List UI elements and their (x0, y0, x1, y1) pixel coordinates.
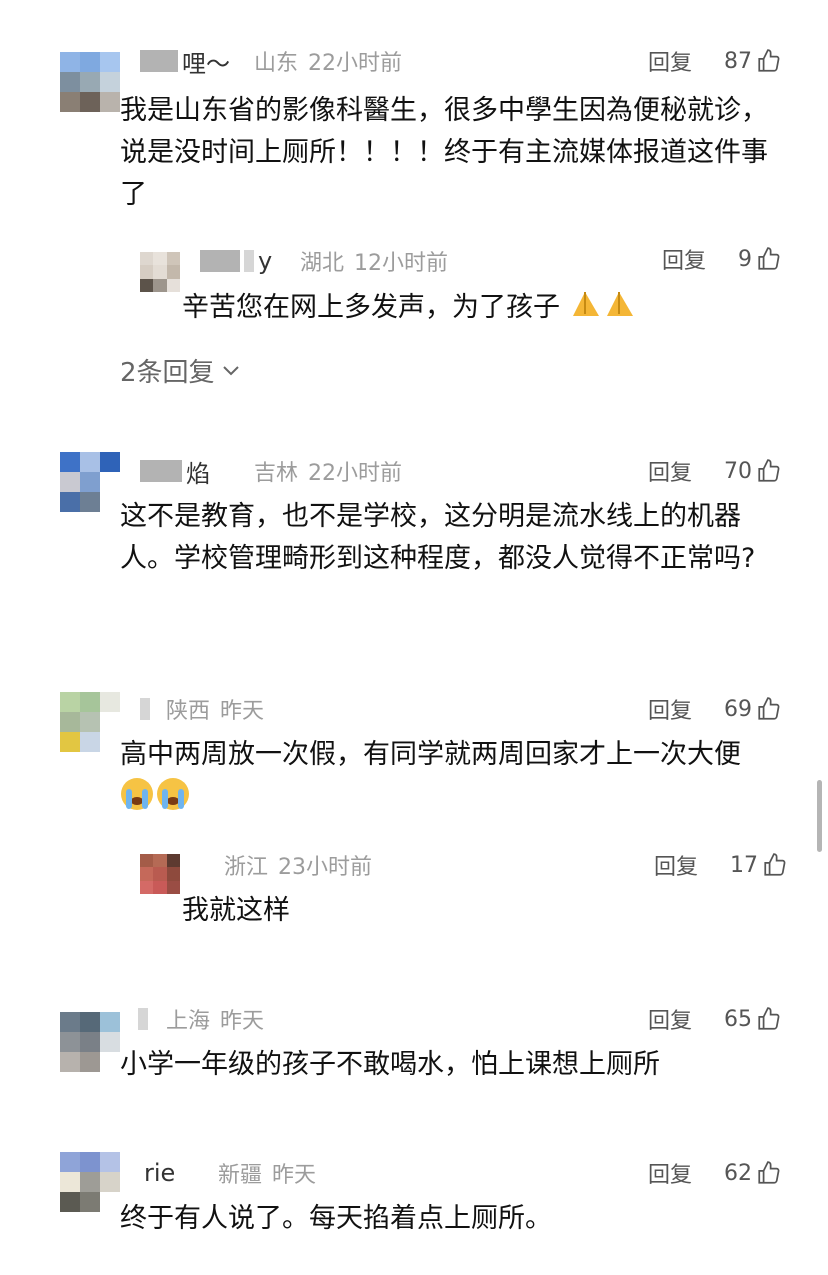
comment-body: 高中两周放一次假，有同学就两周回家才上一次大便 (120, 739, 741, 770)
comment-text: 我就这样 (182, 895, 290, 926)
thumbs-up-icon (764, 853, 786, 876)
reply-text: 辛苦您在网上多发声，为了孩子 (182, 292, 560, 323)
like-button[interactable]: 9 (738, 242, 782, 276)
comment-meta: 浙江 23小时前 (224, 848, 372, 882)
username-text: rie (144, 1159, 176, 1187)
reply-button[interactable]: 回复 (648, 1002, 692, 1036)
reply-button[interactable]: 回复 (648, 44, 692, 78)
location: 吉林 (254, 461, 299, 486)
reply-button[interactable]: 回复 (648, 454, 692, 488)
username[interactable]: 哩～ (140, 44, 230, 78)
timestamp: 昨天 (220, 699, 265, 724)
avatar[interactable] (140, 854, 180, 894)
timestamp: 23小时前 (278, 855, 373, 880)
comment-meta: 陕西 昨天 (166, 692, 264, 726)
username[interactable] (140, 692, 150, 726)
like-button[interactable]: 69 (724, 692, 782, 726)
username[interactable]: 焰 (140, 454, 210, 488)
username-text: y (258, 247, 273, 275)
location: 山东 (254, 51, 299, 76)
username[interactable] (138, 1002, 148, 1036)
timestamp: 22小时前 (308, 51, 403, 76)
comment-text: 高中两周放一次假，有同学就两周回家才上一次大便 (120, 734, 790, 825)
like-count: 70 (724, 458, 752, 484)
location: 浙江 (224, 855, 269, 880)
username-text: 焰 (186, 459, 210, 488)
more-replies-label: 2条回复 (120, 358, 215, 388)
like-count: 87 (724, 48, 752, 74)
reply-button[interactable]: 回复 (662, 242, 706, 276)
comment-text: 小学一年级的孩子不敢喝水，怕上课想上厕所 (120, 1049, 660, 1080)
like-count: 62 (724, 1160, 752, 1186)
reply-button[interactable]: 回复 (648, 692, 692, 726)
location: 上海 (166, 1009, 211, 1034)
timestamp: 12小时前 (354, 251, 449, 276)
comment-meta: 吉林 22小时前 (254, 454, 402, 488)
like-count: 65 (724, 1006, 752, 1032)
thumbs-up-icon (758, 49, 780, 72)
location: 新疆 (218, 1163, 263, 1188)
thumbs-up-icon (758, 1007, 780, 1030)
scrollbar[interactable] (817, 780, 822, 852)
avatar[interactable] (60, 1012, 120, 1072)
comment-text: 辛苦您在网上多发声，为了孩子 (182, 286, 782, 331)
location: 陕西 (166, 699, 211, 724)
reply-button[interactable]: 回复 (654, 848, 698, 882)
comment-meta: 湖北 12小时前 (300, 244, 448, 278)
location: 湖北 (300, 251, 345, 276)
chevron-down-icon (222, 365, 239, 375)
like-count: 9 (738, 246, 752, 272)
thumbs-up-icon (758, 247, 780, 270)
username[interactable]: rie (144, 1156, 175, 1190)
thumbs-up-icon (758, 1161, 780, 1184)
avatar[interactable] (60, 1152, 120, 1212)
reply-button[interactable]: 回复 (648, 1156, 692, 1190)
timestamp: 昨天 (220, 1009, 265, 1034)
expand-replies-button[interactable]: 2条回复 (120, 352, 241, 389)
avatar[interactable] (60, 692, 120, 752)
comment-meta: 新疆 昨天 (218, 1156, 316, 1190)
thumbs-up-icon (758, 697, 780, 720)
comment-meta: 上海 昨天 (166, 1002, 264, 1036)
comment-meta: 山东 22小时前 (254, 44, 402, 78)
username[interactable]: y (200, 244, 272, 278)
username-text: 哩～ (182, 49, 230, 78)
comment-text: 终于有人说了。每天掐着点上厕所。 (120, 1203, 552, 1234)
crying-face-emoji (120, 776, 192, 825)
timestamp: 昨天 (272, 1163, 317, 1188)
like-button[interactable]: 70 (724, 454, 782, 488)
avatar[interactable] (60, 52, 120, 112)
like-button[interactable]: 65 (724, 1002, 782, 1036)
timestamp: 22小时前 (308, 461, 403, 486)
like-button[interactable]: 17 (730, 848, 788, 882)
like-count: 69 (724, 696, 752, 722)
comment-text: 这不是教育，也不是学校，这分明是流水线上的机器人。学校管理畸形到这种程度，都没人… (120, 501, 756, 574)
avatar[interactable] (60, 452, 120, 512)
like-button[interactable]: 87 (724, 44, 782, 78)
thumbs-up-icon (758, 459, 780, 482)
like-button[interactable]: 62 (724, 1156, 782, 1190)
like-count: 17 (730, 852, 758, 878)
avatar[interactable] (140, 252, 180, 292)
praying-hands-emoji (569, 286, 639, 331)
comment-text: 我是山东省的影像科醫生，很多中學生因為便秘就诊，说是没时间上厕所！！！！终于有主… (120, 95, 768, 210)
